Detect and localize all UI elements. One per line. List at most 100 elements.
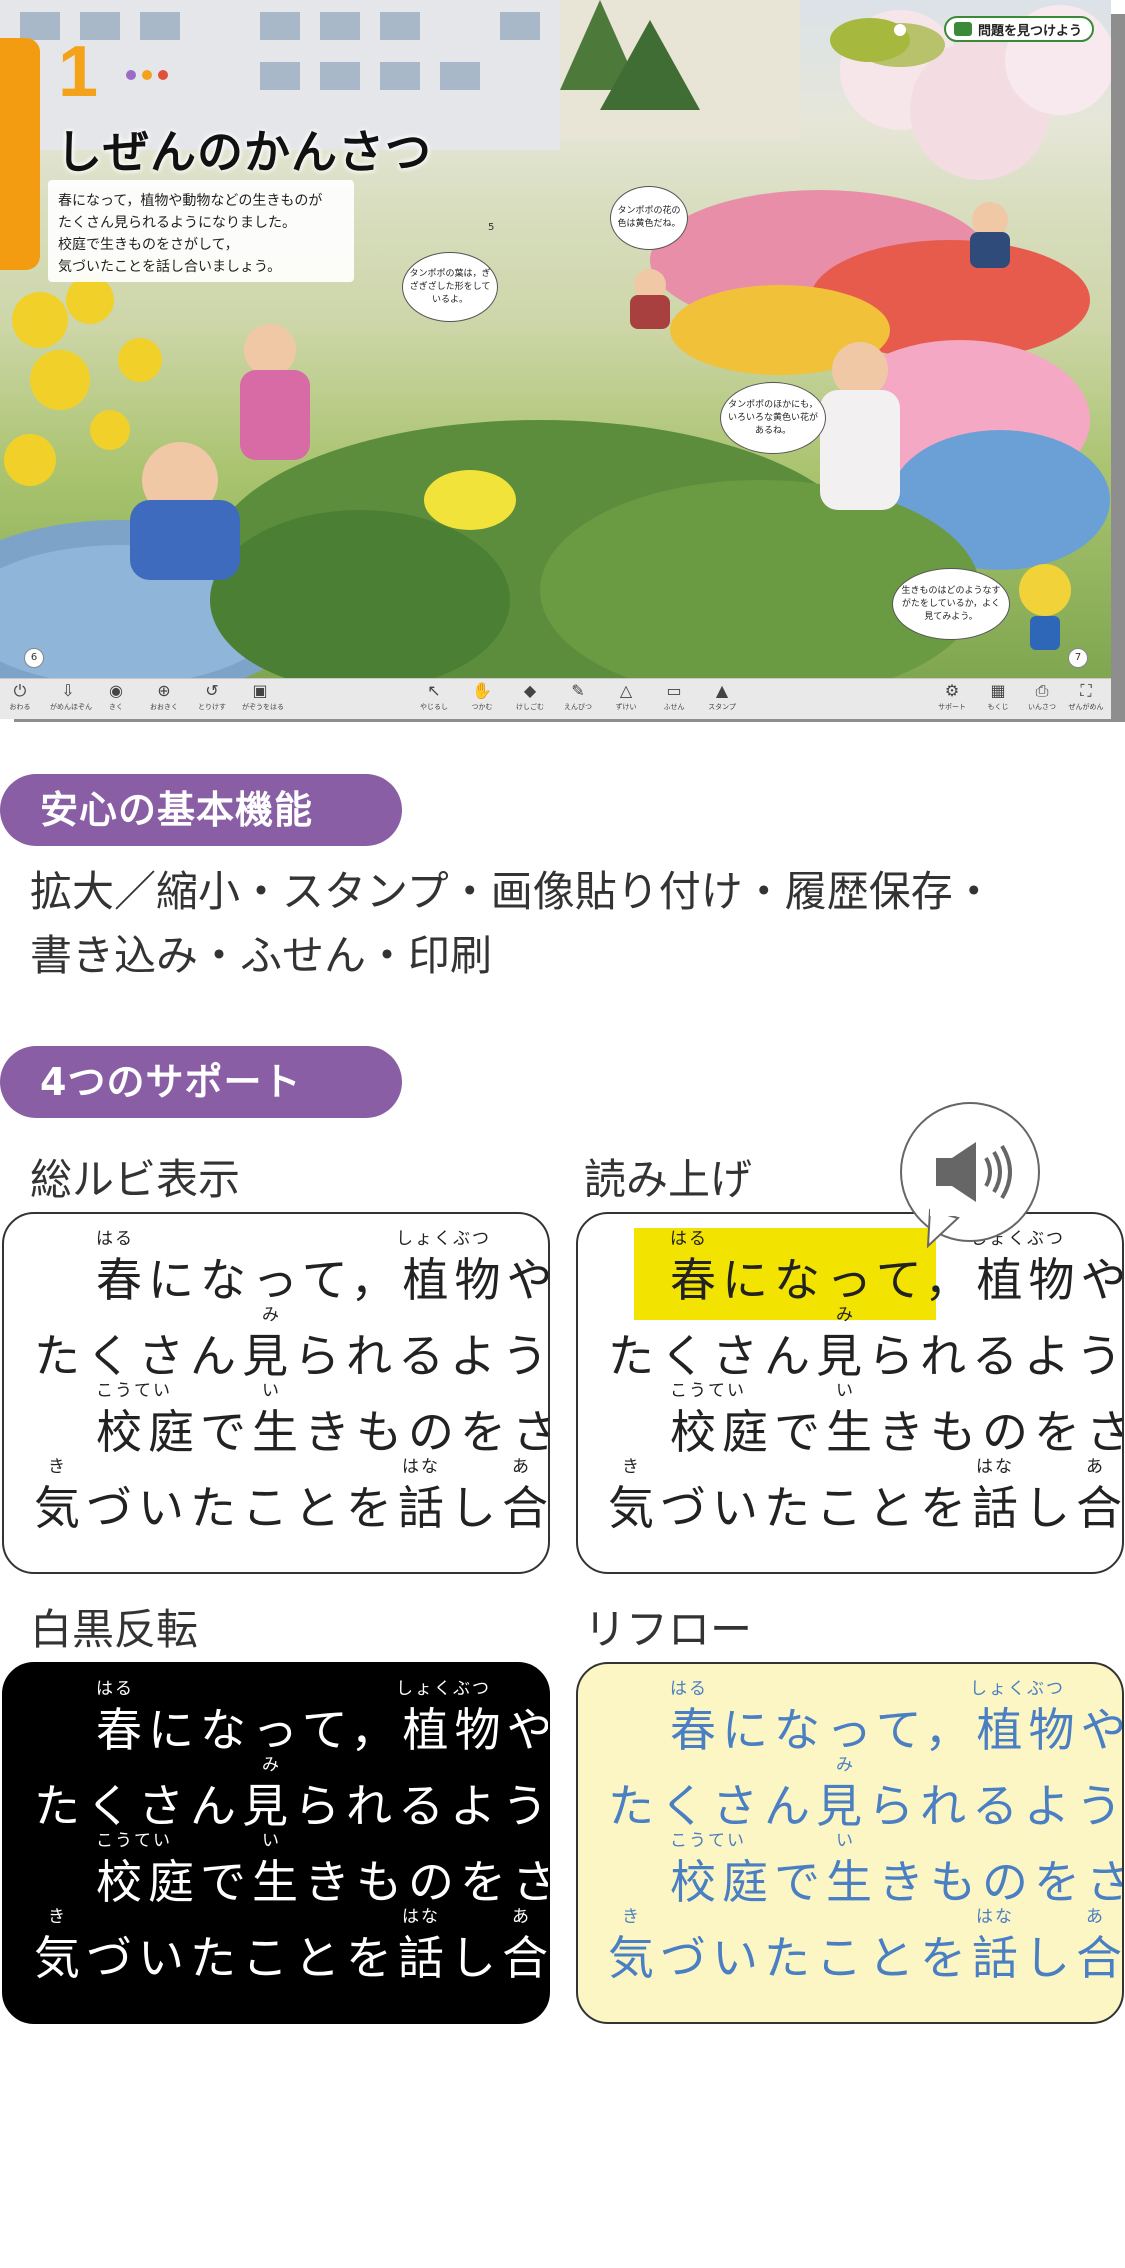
demo-text: 気づいたことを話し合 bbox=[34, 1481, 550, 1535]
toolbar-button-pencil[interactable]: ✎ えんぴつ bbox=[560, 682, 596, 712]
toolbar-label: もくじ bbox=[987, 703, 1009, 711]
viewer-toolbar: ⏻ おわる ⇩ がめんほぞん ◉ きく ⊕ おおきく ↺ とりけす ▣ がぞうをはる ↖ やじ… bbox=[0, 678, 1111, 719]
eraser-icon: ◆ bbox=[523, 681, 537, 700]
intro-line: 春になって，植物や動物などの生きものが bbox=[58, 193, 323, 209]
label-read-aloud: 読み上げ bbox=[584, 1155, 753, 1204]
sticky-note-icon: ▭ bbox=[666, 681, 682, 700]
problem-badge-label: 問題を見つけよう bbox=[978, 23, 1083, 39]
demo-line: み たくさん見られるよう bbox=[4, 1300, 548, 1383]
toolbar-button-arrow[interactable]: ↖ やじるし bbox=[416, 682, 452, 712]
toolbar-label: おおきく bbox=[150, 703, 178, 711]
intro-line: 校庭で生きものをさがして， bbox=[58, 237, 239, 253]
stamp-icon: ▲ bbox=[715, 681, 729, 700]
toolbar-label: がぞうをはる bbox=[242, 703, 284, 711]
toolbar-button-listen[interactable]: ◉ きく bbox=[98, 682, 134, 712]
toolbar-button-stamp[interactable]: ▲ スタンプ bbox=[704, 682, 740, 712]
dot bbox=[126, 70, 136, 80]
intro-line: たくさん見られるようになりました。 bbox=[58, 215, 296, 231]
demo-line: き はな あ 気づいたことを話し合 bbox=[578, 1452, 1122, 1535]
fullscreen-icon: ⛶ bbox=[1080, 681, 1092, 700]
demo-full-ruby: はる しょくぶつ 春になって，植物や み たくさん見られるよう こうてい い 校… bbox=[2, 1212, 550, 1574]
toolbar-label: がめんほぞん bbox=[50, 703, 92, 711]
toolbar-label: つかむ bbox=[471, 703, 493, 711]
gear-icon: ⚙ bbox=[944, 681, 960, 700]
demo-line: はる しょくぶつ 春になって，植物や bbox=[578, 1224, 1122, 1307]
toolbar-label: スタンプ bbox=[708, 703, 736, 711]
speech-bubble: タンポポのほかにも，いろいろな黄色い花があるね。 bbox=[720, 382, 826, 454]
speech-bubble: 生きものはどのようなすがたをしているか，よく見てみよう。 bbox=[892, 568, 1010, 640]
binoculars-icon bbox=[954, 22, 972, 36]
lesson-tab bbox=[0, 38, 40, 270]
undo-icon: ↺ bbox=[205, 681, 219, 700]
demo-line: はる しょくぶつ 春になって，植物や bbox=[4, 1224, 548, 1307]
toolbar-label: えんぴつ bbox=[564, 703, 592, 711]
demo-line: き はな あ 気づいたことを話し合 bbox=[4, 1452, 548, 1535]
demo-line: こうてい い 校庭で生きものをさ bbox=[4, 1826, 548, 1909]
intro-line: 気づいたことを話し合いましょう。 bbox=[58, 259, 282, 275]
demo-line: み たくさん見られるよう bbox=[4, 1750, 548, 1833]
toolbar-label: やじるし bbox=[420, 703, 448, 711]
toolbar-button-eraser[interactable]: ◆ けしごむ bbox=[512, 682, 548, 712]
toolbar-button-zoom[interactable]: ⊕ おおきく bbox=[146, 682, 182, 712]
toolbar-label: ぜんがめん bbox=[1068, 703, 1104, 711]
toolbar-button-sticky[interactable]: ▭ ふせん bbox=[656, 682, 692, 712]
print-icon: ⎙ bbox=[1035, 681, 1049, 700]
basic-features-list: 拡大／縮小・スタンプ・画像貼り付け・履歴保存・ 書き込み・ふせん・印刷 bbox=[30, 860, 995, 988]
page-mark: 5 bbox=[488, 222, 495, 233]
hand-icon: ✋ bbox=[472, 681, 492, 700]
grid-icon: ▦ bbox=[990, 681, 1006, 700]
pen-icon: ✎ bbox=[571, 681, 585, 700]
demo-line: み たくさん見られるよう bbox=[578, 1300, 1122, 1383]
speaker-icon bbox=[926, 1142, 1012, 1249]
lesson-number: 1 bbox=[58, 32, 99, 112]
toolbar-button-contents[interactable]: ▦ もくじ bbox=[980, 682, 1016, 712]
speaker-bubble bbox=[900, 1102, 1040, 1249]
toolbar-button-quit[interactable]: ⏻ おわる bbox=[2, 682, 38, 712]
demo-reflow: はる しょくぶつ 春になって，植物や み たくさん見られるよう こうてい い 校… bbox=[576, 1662, 1124, 2024]
demo-line: き はな あ 気づいたことを話し合 bbox=[578, 1902, 1122, 1985]
toolbar-label: おわる bbox=[9, 703, 31, 711]
lesson-dots bbox=[126, 70, 168, 80]
toolbar-button-save-screen[interactable]: ⇩ がめんほぞん bbox=[50, 681, 92, 712]
demo-line: き はな あ 気づいたことを話し合 bbox=[4, 1902, 548, 1985]
lesson-title: しぜんのかんさつ bbox=[56, 125, 432, 179]
toolbar-button-support[interactable]: ⚙ サポート bbox=[934, 682, 970, 712]
textbook-viewer-screenshot: 1 しぜんのかんさつ 春になって，植物や動物などの生きものが たくさん見られるよ… bbox=[0, 0, 1125, 722]
toolbar-button-print[interactable]: ⎙ いんさつ bbox=[1024, 682, 1060, 712]
label-inverse: 白黒反転 bbox=[30, 1605, 199, 1654]
toolbar-button-fullscreen[interactable]: ⛶ ぜんがめん bbox=[1068, 682, 1104, 712]
demo-line: こうてい い 校庭で生きものをさ bbox=[578, 1376, 1122, 1459]
demo-text: 気づいたことを話し合 bbox=[34, 1931, 550, 1985]
demo-text: 気づいたことを話し合 bbox=[608, 1481, 1124, 1535]
zoom-in-icon: ⊕ bbox=[157, 681, 171, 700]
features-line: 書き込み・ふせん・印刷 bbox=[30, 931, 493, 980]
open-page-icon: ⇩ bbox=[61, 681, 75, 700]
page-number-left: 6 bbox=[24, 648, 44, 668]
image-icon: ▣ bbox=[252, 681, 268, 700]
toolbar-button-undo[interactable]: ↺ とりけす bbox=[194, 682, 230, 712]
arrow-icon: ↖ bbox=[427, 681, 441, 700]
toolbar-button-paste-image[interactable]: ▣ がぞうをはる bbox=[242, 681, 284, 712]
toolbar-button-grab[interactable]: ✋ つかむ bbox=[464, 682, 500, 712]
demo-read-aloud: はる しょくぶつ 春になって，植物や み たくさん見られるよう こうてい い 校… bbox=[576, 1212, 1124, 1574]
demo-inverse: はる しょくぶつ 春になって，植物や み たくさん見られるよう こうてい い 校… bbox=[2, 1662, 550, 2024]
dot bbox=[158, 70, 168, 80]
demo-line: こうてい い 校庭で生きものをさ bbox=[4, 1376, 548, 1459]
label-full-ruby: 総ルビ表示 bbox=[30, 1155, 241, 1204]
dot bbox=[142, 70, 152, 80]
support-heading: 4つのサポート bbox=[0, 1046, 402, 1118]
intro-text-box: 春になって，植物や動物などの生きものが たくさん見られるようになりました。 校庭… bbox=[48, 180, 354, 282]
features-line: 拡大／縮小・スタンプ・画像貼り付け・履歴保存・ bbox=[30, 867, 995, 916]
demo-line: み たくさん見られるよう bbox=[578, 1750, 1122, 1833]
toolbar-label: ずけい bbox=[615, 703, 637, 711]
toolbar-button-shapes[interactable]: △ ずけい bbox=[608, 682, 644, 712]
demo-line: はる しょくぶつ 春になって，植物や bbox=[578, 1674, 1122, 1757]
shapes-icon: △ bbox=[619, 681, 633, 700]
textbook-page: 1 しぜんのかんさつ 春になって，植物や動物などの生きものが たくさん見られるよ… bbox=[0, 0, 1111, 678]
toolbar-label: けしごむ bbox=[516, 703, 544, 711]
demo-line: こうてい い 校庭で生きものをさ bbox=[578, 1826, 1122, 1909]
toolbar-label: サポート bbox=[938, 703, 966, 711]
demo-text: 気づいたことを話し合 bbox=[608, 1931, 1124, 1985]
basic-functions-heading: 安心の基本機能 bbox=[0, 774, 402, 846]
problem-badge[interactable]: 問題を見つけよう bbox=[944, 16, 1094, 42]
